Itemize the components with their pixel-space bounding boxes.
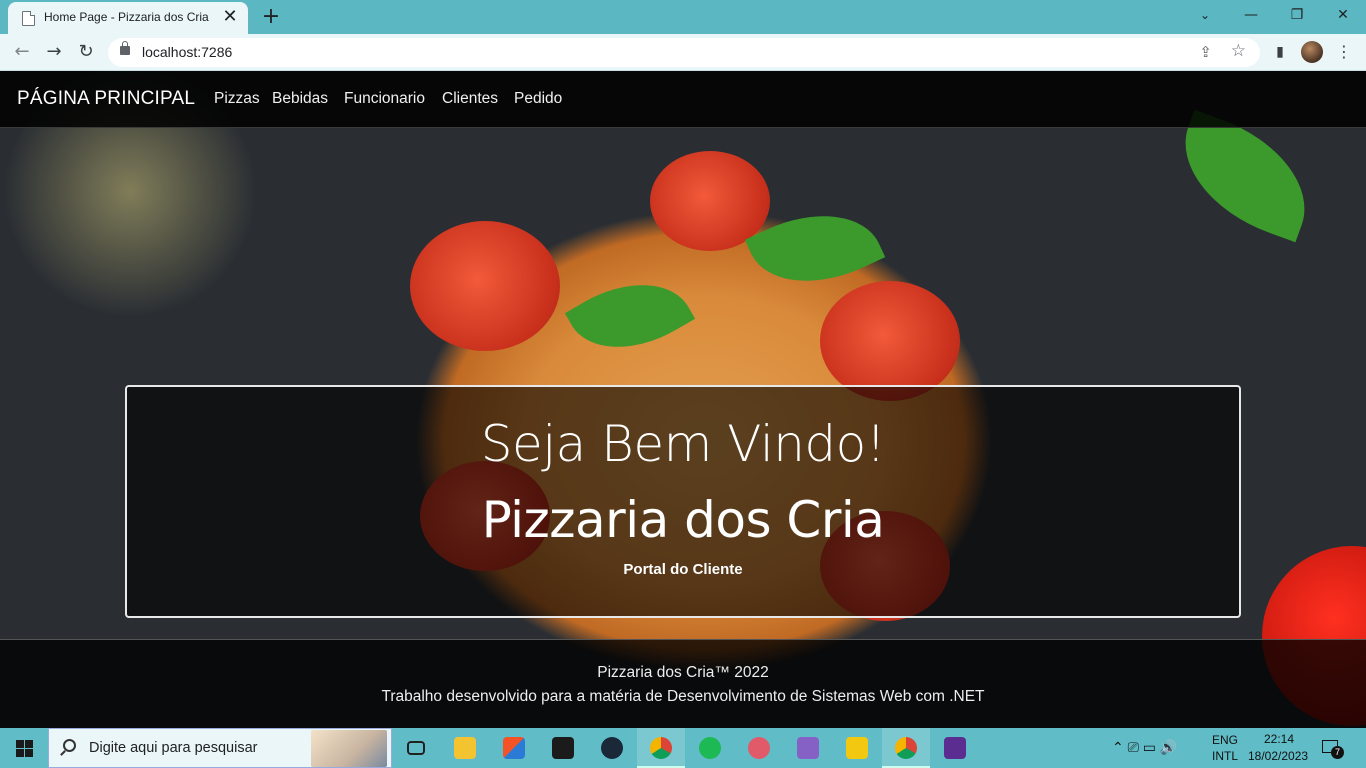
system-tray-icons[interactable]: ⌃ ⎚ ▭ 🔊 xyxy=(1112,739,1177,768)
minimize-button[interactable]: — xyxy=(1228,0,1274,30)
file-explorer-icon[interactable] xyxy=(441,728,489,768)
tomato-slice-decor xyxy=(410,221,560,351)
spotify-icon[interactable] xyxy=(686,728,734,768)
welcome-heading: Seja Bem Vindo! xyxy=(480,415,886,473)
notification-center-icon[interactable]: 7 xyxy=(1322,738,1344,759)
side-panel-icon[interactable]: ▮ xyxy=(1266,38,1294,66)
app-icon-2[interactable] xyxy=(833,728,881,768)
new-tab-button[interactable]: + xyxy=(258,4,284,30)
browser-tab[interactable]: Home Page - Pizzaria dos Cria ✕ xyxy=(8,2,248,34)
keyboard-layout[interactable]: INTL xyxy=(1212,749,1238,768)
nav-link-funcionario[interactable]: Funcionario xyxy=(344,90,425,108)
chrome-icon-active[interactable] xyxy=(882,728,930,768)
page-favicon-icon xyxy=(22,11,35,26)
notification-count-badge: 7 xyxy=(1331,746,1344,759)
nav-link-bebidas[interactable]: Bebidas xyxy=(272,90,328,108)
microsoft-store-icon[interactable] xyxy=(490,728,538,768)
steam-icon[interactable] xyxy=(588,728,636,768)
browser-tab-strip: Home Page - Pizzaria dos Cria ✕ + ⌄ — ❐ … xyxy=(0,0,1366,34)
portal-subtitle: Portal do Cliente xyxy=(623,561,743,578)
forward-button[interactable]: → xyxy=(40,38,68,66)
share-icon[interactable]: ⇪ xyxy=(1199,43,1212,61)
pizzeria-name-heading: Pizzaria dos Cria xyxy=(481,491,885,549)
tab-title: Home Page - Pizzaria dos Cria xyxy=(44,10,209,24)
clock-date[interactable]: 18/02/2023 xyxy=(1248,749,1308,768)
url-text[interactable]: localhost:7286 xyxy=(142,44,232,60)
task-view-icon[interactable] xyxy=(392,728,440,768)
nav-link-pedido[interactable]: Pedido xyxy=(514,90,562,108)
close-window-button[interactable]: ✕ xyxy=(1320,0,1366,30)
windows-logo-icon xyxy=(16,740,24,748)
search-icon xyxy=(63,739,76,752)
windows-taskbar: Digite aqui para pesquisar ⌃ ⎚ ▭ 🔊 ENG I… xyxy=(0,728,1366,768)
search-placeholder: Digite aqui para pesquisar xyxy=(89,740,258,756)
nav-link-pizzas[interactable]: Pizzas xyxy=(214,90,260,108)
address-bar[interactable]: localhost:7286 ⇪ ☆ xyxy=(108,38,1260,67)
close-tab-icon[interactable]: ✕ xyxy=(220,7,240,27)
footer-description: Trabalho desenvolvido para a matéria de … xyxy=(381,688,985,705)
visual-studio-icon[interactable] xyxy=(784,728,832,768)
basil-leaf-decor xyxy=(564,258,696,374)
terminal-icon[interactable] xyxy=(931,728,979,768)
back-button[interactable]: ← xyxy=(8,38,36,66)
epic-games-icon[interactable] xyxy=(539,728,587,768)
reload-button[interactable]: ↻ xyxy=(72,38,100,66)
menu-kebab-icon[interactable]: ⋮ xyxy=(1330,38,1358,66)
tomato-slice-decor xyxy=(820,281,960,401)
start-button[interactable] xyxy=(0,728,48,768)
page-footer: Pizzaria dos Cria™ 2022 Trabalho desenvo… xyxy=(0,639,1366,728)
tab-search-chevron-icon[interactable]: ⌄ xyxy=(1182,0,1228,30)
welcome-panel: Seja Bem Vindo! Pizzaria dos Cria Portal… xyxy=(125,385,1241,618)
search-highlight-illustration xyxy=(311,730,387,767)
bookmark-star-icon[interactable]: ☆ xyxy=(1231,41,1246,61)
footer-copyright: Pizzaria dos Cria™ 2022 xyxy=(597,664,769,681)
nav-link-clientes[interactable]: Clientes xyxy=(442,90,498,108)
taskbar-search-box[interactable]: Digite aqui para pesquisar xyxy=(48,728,392,768)
browser-toolbar: ← → ↻ localhost:7286 ⇪ ☆ ▮ ⋮ xyxy=(0,34,1366,71)
top-navbar: PÁGINA PRINCIPAL Pizzas Bebidas Funciona… xyxy=(0,71,1366,128)
profile-avatar[interactable] xyxy=(1301,41,1323,63)
restore-button[interactable]: ❐ xyxy=(1274,0,1320,30)
app-icon[interactable] xyxy=(735,728,783,768)
page-viewport: PÁGINA PRINCIPAL Pizzas Bebidas Funciona… xyxy=(0,71,1366,728)
chrome-icon[interactable] xyxy=(637,728,685,768)
basil-leaf-decor xyxy=(1163,109,1327,243)
lock-icon[interactable] xyxy=(120,41,130,55)
nav-brand[interactable]: PÁGINA PRINCIPAL xyxy=(17,88,195,110)
